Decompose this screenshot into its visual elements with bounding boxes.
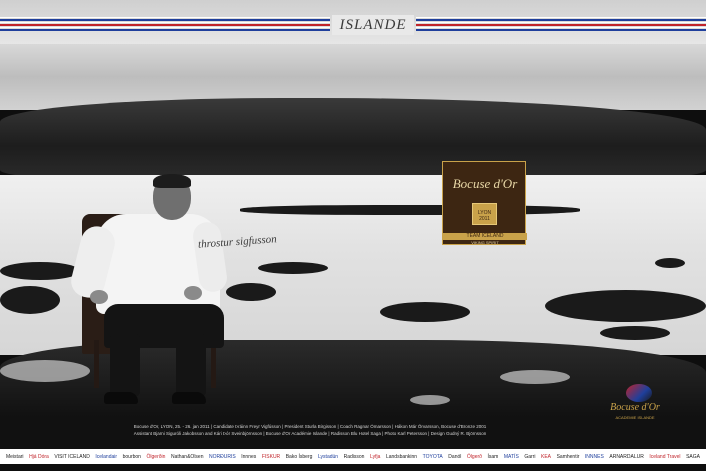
- chef-hand: [90, 290, 108, 304]
- sponsor-logo: bourbon: [122, 453, 141, 460]
- sponsor-logo: NORÐURIS: [209, 453, 236, 460]
- sponsor-logo: MATÍS: [503, 453, 519, 460]
- water-reflection: [410, 395, 450, 405]
- sponsor-logo: KEA: [541, 453, 552, 460]
- credits: Bocuse d'Or, LYON, 25. - 26. jan 2011 | …: [60, 423, 560, 437]
- sponsor-logo: ARNARDALUR: [609, 453, 644, 460]
- sponsor-logo: Nathan&Olsen: [170, 453, 204, 460]
- chef-hair: [153, 174, 191, 188]
- page-title: ISLANDE: [339, 17, 407, 33]
- seaweed-bank: [0, 98, 706, 178]
- chef-shoe: [104, 392, 138, 404]
- water-reflection: [500, 370, 570, 384]
- bocuse-dor-badge: Bocuse d'Or LYON 2011 TEAM ICELAND VIKIN…: [442, 161, 527, 245]
- seaweed-rock: [226, 283, 276, 301]
- chair-leg: [94, 340, 99, 388]
- seaweed-rock: [258, 262, 328, 274]
- sponsor-logo: Icelandair: [95, 453, 118, 460]
- bottom-bar: [0, 464, 706, 471]
- badge-emblem: LYON 2011: [472, 203, 497, 225]
- seaweed-rock: [0, 262, 80, 280]
- sponsor-logo: Danól: [448, 453, 462, 460]
- sponsor-logo: Meistari: [6, 453, 24, 460]
- sponsor-logo: INNNES: [584, 453, 604, 460]
- sponsor-logo: Samhentir: [556, 453, 580, 460]
- chef-shoe: [172, 392, 206, 404]
- poster: ISLANDE throstur sigfusson Bocuse d'Or L…: [0, 0, 706, 471]
- sponsor-logo: TOYOTA: [422, 453, 443, 460]
- chef-leg: [176, 334, 206, 396]
- academy-name: Bocuse d'Or: [610, 402, 660, 413]
- sponsor-logo: Landsbankinn: [385, 453, 418, 460]
- sponsor-logo: FISKUR: [261, 453, 281, 460]
- seaweed-rock: [655, 258, 685, 268]
- water-reflection: [0, 360, 90, 382]
- sponsor-logo: Innnes: [241, 453, 257, 460]
- sponsor-logo: Radisson: [343, 453, 365, 460]
- seaweed-rock: [600, 326, 670, 340]
- sponsor-logo: Ölgerðin: [146, 453, 166, 460]
- seaweed-rock: [240, 205, 580, 215]
- chef-leg: [110, 334, 140, 396]
- credits-line: Assistant Bjarni Siguróli Jakobsson and …: [133, 431, 487, 436]
- swirl-icon: [626, 384, 652, 402]
- sponsor-logo: Iceland Travel: [649, 453, 681, 460]
- sponsor-logo: Ísam: [487, 453, 499, 460]
- chef-hand: [184, 286, 202, 300]
- seaweed-rock: [0, 286, 60, 314]
- flag-stripe-right: [416, 17, 706, 32]
- sponsor-logo: SAGA: [686, 453, 700, 460]
- seaweed-rock: [380, 302, 470, 322]
- badge-team: TEAM ICELAND: [443, 233, 527, 240]
- credits-line: Bocuse d'Or, LYON, 25. - 26. jan 2011 | …: [133, 424, 487, 429]
- badge-emblem-text: LYON 2011: [477, 210, 492, 222]
- sponsor-logo: Garri: [524, 453, 536, 460]
- academy-logo: Bocuse d'Or ACADEMIE ISLANDE: [590, 382, 680, 426]
- sponsor-strip: Meistari Hjá Dóra VISIT ICELAND Icelandair b…: [0, 449, 706, 464]
- sponsor-logo: Lyfja: [370, 453, 381, 460]
- sponsor-logo: Hjá Dóra: [29, 453, 49, 460]
- seaweed-rock: [545, 290, 706, 322]
- sponsor-logo: Ölgerð: [466, 453, 482, 460]
- academy-subtitle: ACADEMIE ISLANDE: [615, 415, 655, 420]
- sponsor-logo: Lystadún: [317, 453, 339, 460]
- flag-stripe-left: [0, 17, 330, 32]
- badge-tagline: VIKING SPIRIT: [471, 240, 499, 245]
- sponsor-logo: Bako Ísberg: [285, 453, 313, 460]
- sponsor-logo: VISIT ICELAND: [54, 453, 90, 460]
- badge-brand: Bocuse d'Or: [452, 176, 518, 191]
